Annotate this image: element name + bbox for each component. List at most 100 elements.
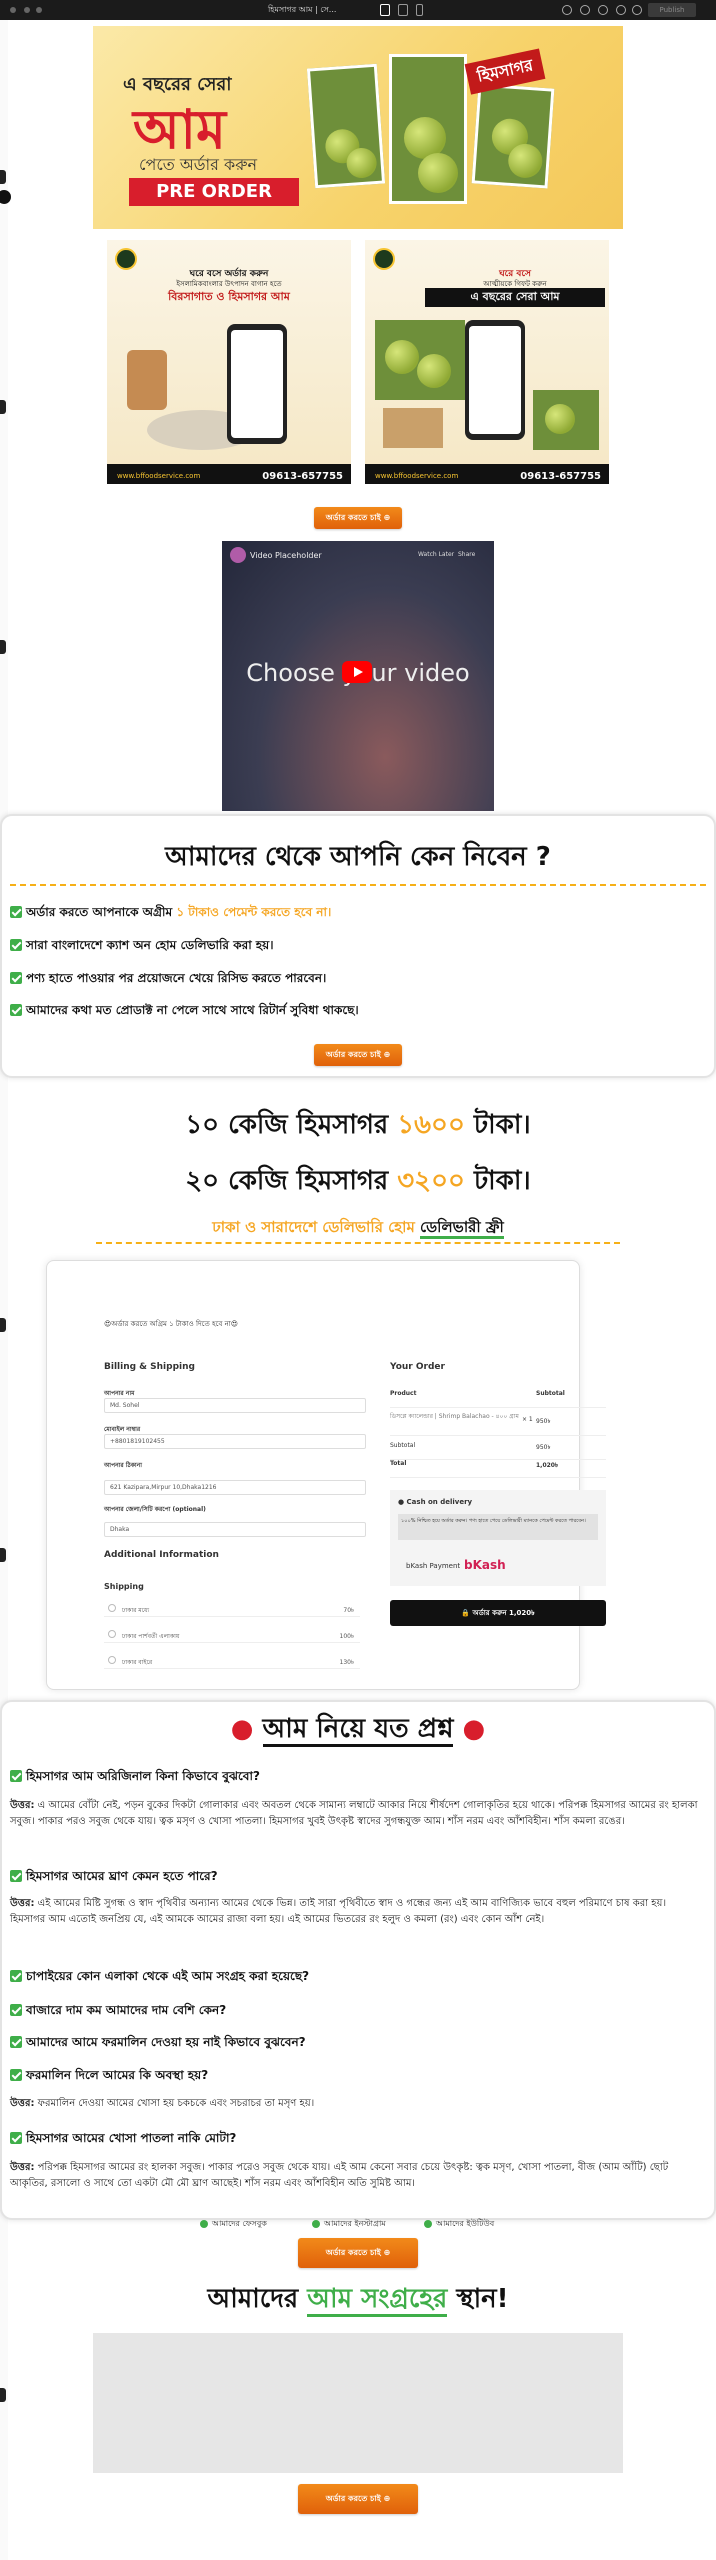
order-button[interactable]: অর্ডার করতে চাই ⊕ <box>314 507 402 529</box>
radio-icon <box>108 1604 116 1612</box>
share-button[interactable]: Share <box>458 551 475 558</box>
channel-icon <box>230 547 246 563</box>
divider <box>10 884 706 886</box>
desktop-view-icon[interactable] <box>380 4 390 16</box>
your-order-title: Your Order <box>390 1362 445 1372</box>
faq-question: চাপাইয়ের কোন এলাকা থেকে এই আম সংগ্রহ কর… <box>26 1969 310 1983</box>
publish-button[interactable]: Publish <box>648 3 696 17</box>
promo-phone: 09613-657755 <box>262 471 343 482</box>
promo-url: www.bffoodservice.com <box>117 472 201 480</box>
check-icon <box>10 2036 22 2048</box>
undo-icon[interactable] <box>24 7 30 13</box>
section-handle[interactable] <box>0 1548 6 1562</box>
price-line-20kg: ২০ কেজি হিমসাগর ৩২০০ টাকা। <box>185 1166 531 1196</box>
cod-note: ১০০% নিশ্চিত হয়ে অর্ডার করুন। পণ্য হাতে… <box>398 1514 598 1540</box>
check-icon <box>10 2132 22 2144</box>
magic-icon[interactable] <box>562 5 572 15</box>
city-field[interactable]: Dhaka <box>104 1522 366 1537</box>
faq-question: হিমসাগর আম অরিজিনাল কিনা কিভাবে বুঝবো? <box>26 1769 260 1783</box>
delivery-note: ঢাকা ও সারাদেশে ডেলিভারি হোম ডেলিভারী ফ্… <box>0 1216 716 1241</box>
mango-photo <box>389 54 467 204</box>
faq-answer: উত্তর: ফরমালিন দেওয়া আমের খোসা হয় চকচক… <box>10 2098 315 2109</box>
youtube-link[interactable]: আমাদের ইউটিউব <box>424 2218 494 2231</box>
check-icon <box>10 1870 22 1882</box>
billing-title: Billing & Shipping <box>104 1362 195 1372</box>
search-icon[interactable] <box>580 5 590 15</box>
mango-photo <box>471 83 555 189</box>
editor-handle-icon[interactable] <box>0 190 11 204</box>
why-item: সারা বাংলাদেশে ক্যাশ অন হোম ডেলিভারি করা… <box>26 938 274 952</box>
mango-photo <box>375 320 465 400</box>
redo-icon[interactable] <box>36 7 42 13</box>
section-handle[interactable] <box>0 2388 6 2402</box>
shipping-option[interactable]: ঢাকার মধ্যে 70৳ <box>104 1600 360 1617</box>
promo-banner-order: ঘরে বসে অর্ডার করুন ইসলামিকবাংলার উৎপাদন… <box>107 240 351 484</box>
section-handle[interactable] <box>0 1318 6 1332</box>
wp-logo-icon[interactable] <box>10 7 16 13</box>
address-field[interactable]: 621 Kazipara,Mirpur 10,Dhaka1216 <box>104 1480 366 1495</box>
phone-mockup <box>227 324 287 444</box>
why-item: আমাদের কথা মত প্রোডাক্ট না পেলে সাথে সাথ… <box>26 1003 359 1017</box>
promo-url: www.bffoodservice.com <box>375 472 459 480</box>
check-icon <box>10 1770 22 1782</box>
preview-icon[interactable] <box>632 5 642 15</box>
radio-icon <box>108 1656 116 1664</box>
check-icon <box>10 1970 22 1982</box>
subtotal-row: Subtotal 950৳ <box>390 1442 606 1460</box>
place-order-button[interactable]: 🔒 অর্ডার করুন 1,020৳ <box>390 1600 606 1626</box>
instagram-link[interactable]: আমাদের ইনস্টাগ্রাম <box>312 2218 386 2231</box>
video-player[interactable]: Video Placeholder Watch Later Share Choo… <box>222 541 494 811</box>
section-handle[interactable] <box>0 640 6 654</box>
box-illustration <box>383 408 443 448</box>
facebook-link[interactable]: আমাদের ফেসবুক <box>200 2218 267 2231</box>
address-label: আপনার ঠিকানা <box>104 1462 142 1469</box>
mobile-view-icon[interactable] <box>416 4 423 16</box>
checkout-notice: 😍অর্ডার করতে অগ্রিম ১ টাকাও দিতে হবে না😍 <box>104 1320 239 1328</box>
faq-question: ফরমালিন দিলে আমের কি অবস্থা হয়? <box>26 2068 209 2082</box>
cod-option[interactable]: ● Cash on delivery <box>398 1498 472 1506</box>
faq-question: হিমসাগর আমের ঘ্রাণ কেমন হতে পারে? <box>26 1869 218 1883</box>
pre-order-badge: PRE ORDER <box>129 178 299 206</box>
order-button[interactable]: অর্ডার করতে চাই ⊕ <box>298 2484 418 2514</box>
order-table-header: Product Subtotal <box>390 1390 606 1408</box>
check-icon <box>10 972 22 984</box>
facebook-icon <box>200 2219 208 2228</box>
phone-mockup <box>465 320 525 440</box>
order-button[interactable]: অর্ডার করতে চাই ⊕ <box>298 2238 418 2268</box>
section-handle[interactable] <box>0 170 6 184</box>
faq-answer: উত্তর: পরিপক্ক হিমসাগর আমের রং হালকা সবু… <box>10 2162 669 2189</box>
shipping-option[interactable]: ঢাকার বাইরে 130৳ <box>104 1652 360 1669</box>
promo-line3: এ বছরের সেরা আম <box>425 288 605 307</box>
check-icon <box>10 2069 22 2081</box>
city-label: আপনার জেলা/সিটি করপো (optional) <box>104 1506 206 1513</box>
tablet-view-icon[interactable] <box>398 4 408 16</box>
check-icon <box>10 2004 22 2016</box>
bkash-option[interactable]: bKash Payment <box>406 1562 460 1570</box>
order-item-row: ডিসপ্লে ক্যালেন্ডার | Shrimp Balachao - … <box>390 1410 606 1436</box>
section-handle[interactable] <box>0 400 6 414</box>
location-title: আমাদের আম সংগ্রহের স্থান! <box>0 2278 716 2322</box>
page-title-selector[interactable]: হিমসাগর আম | সে... <box>268 4 336 17</box>
faq-question: হিমসাগর আমের খোসা পাতলা নাকি মোটা? <box>26 2131 237 2145</box>
check-icon <box>10 1004 22 1016</box>
help-icon[interactable] <box>598 5 608 15</box>
play-icon[interactable] <box>342 661 372 683</box>
promo-phone: 09613-657755 <box>520 471 601 482</box>
mango-photo <box>306 63 386 189</box>
map-placeholder[interactable] <box>93 2333 623 2473</box>
price-line-10kg: ১০ কেজি হিমসাগর ১৬০০ টাকা। <box>185 1110 531 1140</box>
order-button[interactable]: অর্ডার করতে চাই ⊕ <box>314 1044 402 1066</box>
check-icon <box>10 939 22 951</box>
hero-line3: পেতে অর্ডার করুন <box>139 155 258 174</box>
history-icon[interactable] <box>616 5 626 15</box>
why-us-title: আমাদের থেকে আপনি কেন নিবেন ? <box>165 842 551 872</box>
brand-logo-icon <box>373 248 395 270</box>
promo-banner-gift: ঘরে বসে আত্মীয়কে গিফট করুন এ বছরের সেরা… <box>365 240 609 484</box>
phone-field[interactable]: +8801819102455 <box>104 1434 366 1449</box>
name-field[interactable]: Md. Sohel <box>104 1398 366 1413</box>
shipping-option[interactable]: ঢাকার পার্শবর্তী এলাকায় 100৳ <box>104 1626 360 1643</box>
faq-title: ● আম নিয়ে যত প্রশ্ন ● <box>0 1708 716 1752</box>
watch-later-button[interactable]: Watch Later <box>418 551 454 558</box>
additional-info-title: Additional Information <box>104 1550 219 1560</box>
why-item: অর্ডার করতে আপনাকে অগ্রীম ১ টাকাও পেমেন্… <box>26 905 332 919</box>
